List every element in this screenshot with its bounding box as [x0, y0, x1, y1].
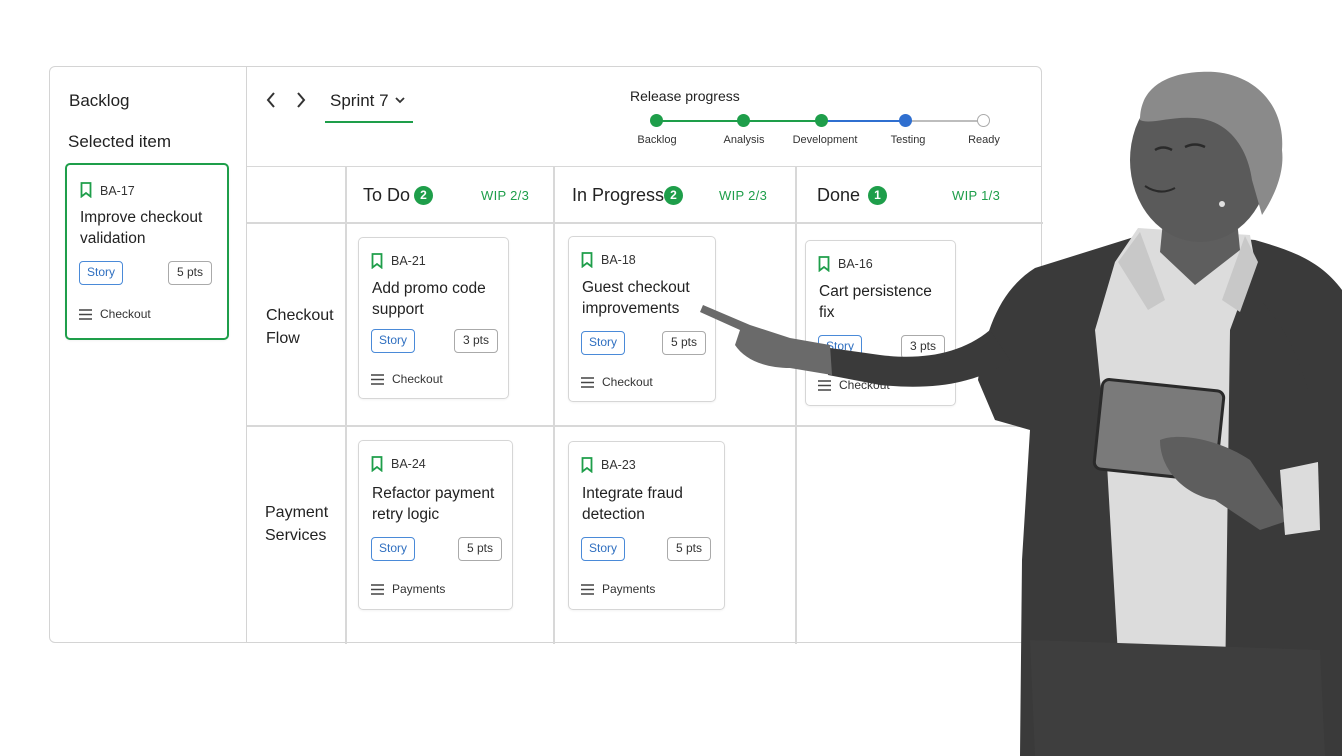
- wip-limit: WIP 2/3: [481, 188, 530, 203]
- card-component: Payments: [602, 582, 656, 596]
- column-title: To Do: [363, 185, 411, 205]
- card-title: Refactor payment retry logic: [372, 485, 495, 523]
- story-tag[interactable]: Story: [79, 261, 124, 285]
- card-component: Checkout: [602, 375, 653, 389]
- backlog-title: Backlog: [69, 91, 130, 110]
- prev-sprint-button[interactable]: [260, 89, 282, 111]
- story-tag[interactable]: Story: [581, 331, 626, 355]
- points-badge: 5 pts: [458, 537, 503, 561]
- chevron-down-icon: [395, 97, 405, 104]
- menu-icon: [79, 309, 92, 320]
- card-title: Guest checkout improvements: [582, 279, 690, 317]
- swimlane-label-checkout-flow: Checkout Flow: [266, 307, 334, 347]
- sprint-label: Sprint 7: [330, 91, 389, 110]
- grid-divider: [553, 167, 555, 644]
- bookmark-icon: [581, 457, 593, 473]
- bookmark-icon: [371, 253, 383, 269]
- card-title: Improve checkout validation: [80, 209, 203, 247]
- card-id: BA-18: [601, 253, 636, 267]
- card-ba-24[interactable]: BA-24 Refactor payment retry logic Story…: [358, 440, 513, 610]
- card-ba-18[interactable]: BA-18 Guest checkout improvements Story …: [568, 236, 716, 402]
- column-title: In Progress: [572, 185, 665, 205]
- menu-icon: [371, 584, 384, 595]
- column-header-todo: To Do 2 WIP 2/3: [346, 167, 553, 223]
- menu-icon: [581, 584, 594, 595]
- step-label-backlog: Backlog: [637, 134, 677, 146]
- story-tag[interactable]: Story: [581, 537, 626, 561]
- step-dot-backlog[interactable]: [650, 114, 663, 127]
- card-component: Payments: [392, 582, 446, 596]
- backlog-panel: Backlog Selected item BA-17 Improve chec…: [49, 66, 247, 643]
- points-badge: 5 pts: [168, 261, 213, 285]
- story-tag[interactable]: Story: [371, 329, 416, 353]
- menu-icon: [581, 377, 594, 388]
- column-count-badge: 2: [664, 186, 683, 205]
- sprint-selector[interactable]: Sprint 7: [325, 87, 413, 123]
- story-tag[interactable]: Story: [371, 537, 416, 561]
- card-id: BA-17: [100, 184, 135, 198]
- selected-item-label: Selected item: [68, 132, 171, 151]
- grid-divider: [345, 167, 347, 644]
- bookmark-icon: [581, 252, 593, 268]
- bookmark-icon: [371, 456, 383, 472]
- column-count-badge: 2: [414, 186, 433, 205]
- presenter-photo: [700, 71, 1342, 756]
- bookmark-icon: [80, 182, 92, 198]
- card-component: Checkout: [392, 372, 443, 386]
- swimlane-label-payment-services: Payment Services: [265, 504, 329, 544]
- card-ba-21[interactable]: BA-21 Add promo code support Story 3 pts…: [358, 237, 509, 399]
- next-sprint-button[interactable]: [290, 89, 312, 111]
- card-id: BA-21: [391, 254, 426, 268]
- card-id: BA-23: [601, 458, 636, 472]
- card-component: Checkout: [100, 307, 151, 321]
- chevron-left-icon: [266, 92, 275, 108]
- points-badge: 3 pts: [454, 329, 499, 353]
- chevron-right-icon: [297, 92, 306, 108]
- selected-card-ba-17[interactable]: BA-17 Improve checkout validation Story …: [65, 163, 229, 340]
- menu-icon: [371, 374, 384, 385]
- card-title: Add promo code support: [372, 280, 486, 318]
- card-id: BA-24: [391, 457, 426, 471]
